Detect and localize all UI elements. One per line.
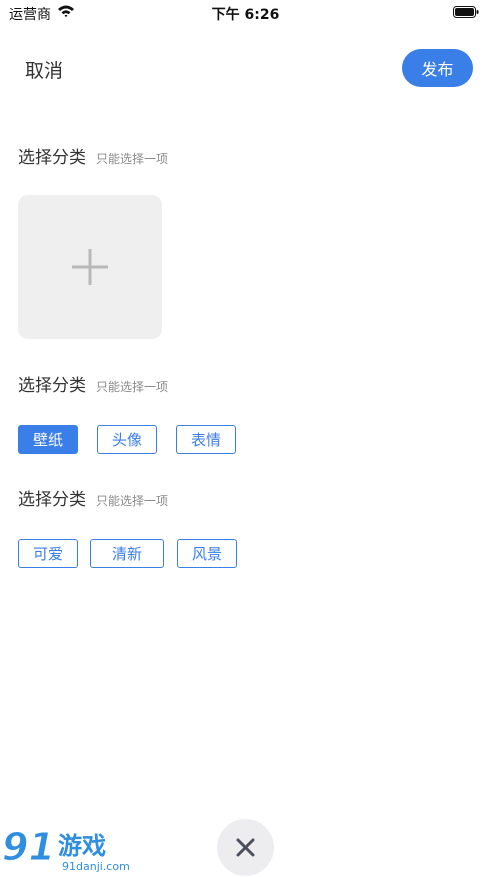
tag-cute[interactable]: 可爱: [18, 539, 78, 568]
battery-icon: [453, 6, 479, 18]
section-heading: 选择分类: [18, 376, 86, 396]
close-button[interactable]: [217, 819, 274, 876]
status-bar: 运营商 下午 6:26: [0, 0, 491, 26]
tag-fresh[interactable]: 清新: [90, 539, 164, 568]
tag-scenery[interactable]: 风景: [177, 539, 237, 568]
section-heading: 选择分类: [18, 148, 86, 168]
close-icon: [236, 838, 255, 857]
section-title-1: 选择分类 只能选择一项: [18, 143, 168, 168]
tag-avatar[interactable]: 头像: [97, 425, 157, 454]
watermark-number: 91: [2, 825, 55, 869]
publish-button[interactable]: 发布: [402, 49, 473, 87]
watermark-brand: 游戏: [58, 832, 106, 860]
section-hint: 只能选择一项: [96, 152, 169, 166]
section-heading: 选择分类: [18, 490, 86, 510]
section-title-3: 选择分类 只能选择一项: [18, 485, 168, 510]
clock: 下午 6:26: [211, 7, 280, 23]
tag-emoji[interactable]: 表情: [176, 425, 236, 454]
section-hint: 只能选择一项: [96, 380, 169, 394]
plus-icon: [72, 249, 108, 285]
watermark-url: 91danji.com: [62, 860, 130, 873]
site-watermark-logo: 91 游戏 91danji.com: [2, 825, 130, 874]
cancel-button[interactable]: 取消: [25, 56, 63, 83]
image-upload-button[interactable]: [18, 195, 162, 339]
section-title-2: 选择分类 只能选择一项: [18, 371, 168, 396]
tag-wallpaper[interactable]: 壁纸: [18, 425, 78, 454]
section-hint: 只能选择一项: [96, 494, 169, 508]
